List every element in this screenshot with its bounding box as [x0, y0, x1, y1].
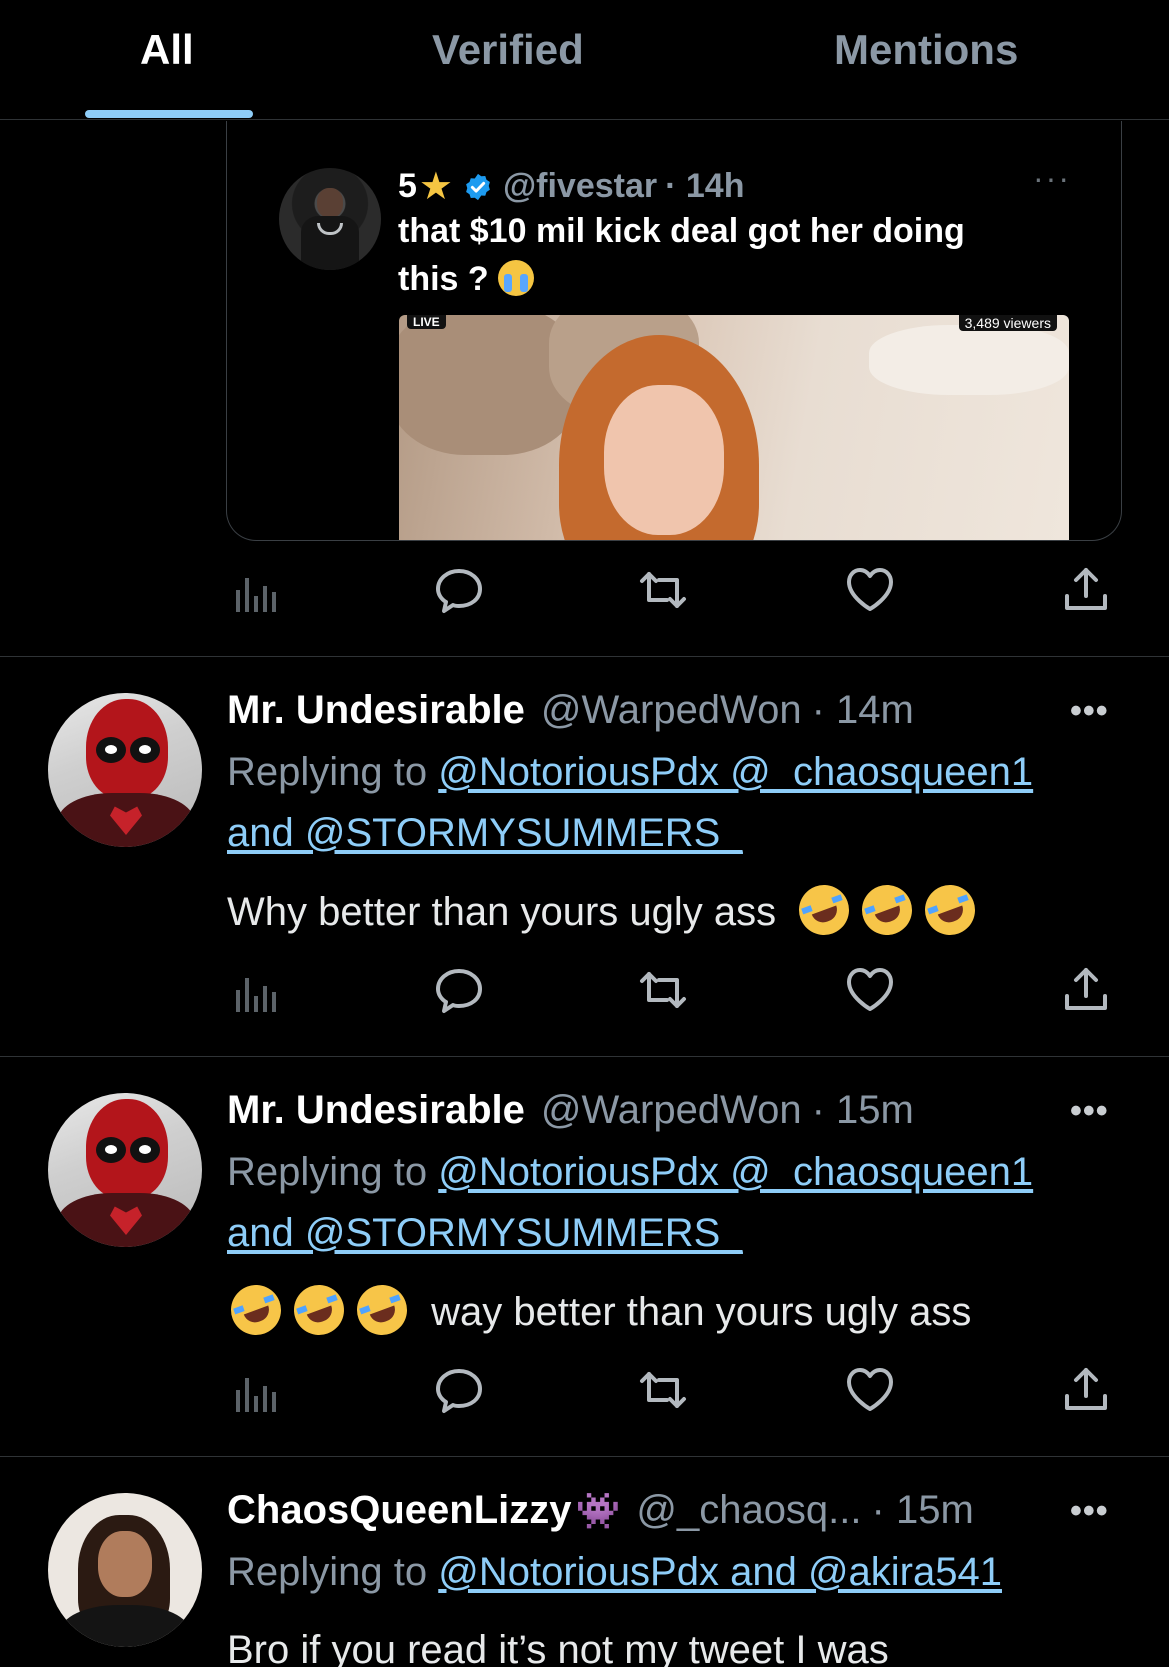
more-icon[interactable]: ••• [1070, 1092, 1109, 1131]
quoted-tweet-body: that $10 mil kick deal got her doing thi… [398, 212, 965, 298]
replying-to-label: Replying to [227, 1550, 428, 1594]
mention-link[interactable]: @NotoriousPdx and @akira541 [438, 1550, 1002, 1594]
tweet-text: Bro if you read it’s not my tweet I was [227, 1628, 1107, 1667]
share-icon[interactable] [1058, 562, 1114, 618]
reply-icon[interactable] [431, 962, 487, 1018]
live-label: LIVE [407, 315, 446, 329]
tweet-time: · 15m [871, 1488, 974, 1532]
tweet-text: way better than yours ugly ass [223, 1277, 1107, 1343]
views-icon[interactable] [230, 962, 286, 1018]
retweet-icon[interactable] [635, 1362, 691, 1418]
quoted-tweet-media[interactable]: LIVE 3,489 viewers [399, 315, 1069, 540]
author-handle[interactable]: @WarpedWon [541, 1088, 802, 1133]
rofl-emoji-icon [223, 1277, 289, 1343]
active-tab-indicator [85, 110, 253, 118]
viewer-count: 3,489 viewers [958, 315, 1057, 331]
quoted-tweet-header: 5 ★ @fivestar · 14h [398, 164, 744, 209]
tweet-actions [230, 1362, 1110, 1418]
tweet-header: ChaosQueenLizzy 👾 @_chaosq... · 15m [227, 1488, 974, 1533]
rofl-emoji-icon [792, 877, 857, 943]
quoted-author-name: 5 [398, 167, 417, 205]
author-handle[interactable]: @WarpedWon [541, 688, 802, 733]
more-icon[interactable]: ••• [1070, 1492, 1109, 1531]
tweet-time: · 14m [811, 688, 914, 732]
mention-link[interactable]: and @STORMYSUMMERS_ [227, 1211, 743, 1255]
quoted-author-handle: @fivestar [503, 167, 658, 205]
mention-link[interactable]: @NotoriousPdx @_chaosqueen1 [438, 1150, 1033, 1194]
tweet-header: Mr. Undesirable @WarpedWon · 14m [227, 688, 914, 733]
more-icon[interactable]: ··· [1033, 160, 1071, 197]
mention-link[interactable]: @NotoriousPdx @_chaosqueen1 [438, 750, 1033, 794]
views-icon[interactable] [230, 1362, 286, 1418]
tweet-body: Bro if you read it’s not my tweet I was [227, 1628, 889, 1667]
rofl-emoji-icon [349, 1277, 415, 1343]
reply-icon[interactable] [431, 1362, 487, 1418]
share-icon[interactable] [1058, 962, 1114, 1018]
like-icon[interactable] [842, 562, 898, 618]
avatar[interactable] [48, 693, 202, 847]
rofl-emoji-icon [855, 877, 920, 943]
more-icon[interactable]: ••• [1070, 692, 1109, 731]
tweet-actions [230, 562, 1110, 618]
alien-monster-emoji-icon: 👾 [575, 1489, 621, 1531]
rofl-emoji-icon [918, 877, 983, 943]
tweet-actions [230, 962, 1110, 1018]
like-icon[interactable] [842, 962, 898, 1018]
views-icon[interactable] [230, 562, 286, 618]
replying-to-label: Replying to [227, 750, 428, 794]
replying-to: Replying to @NotoriousPdx and @akira541 [227, 1542, 1107, 1603]
retweet-icon[interactable] [635, 562, 691, 618]
replying-to: Replying to @NotoriousPdx @_chaosqueen1 … [227, 742, 1107, 864]
tweet-divider [0, 1456, 1169, 1457]
tweet-header: Mr. Undesirable @WarpedWon · 15m [227, 1088, 914, 1133]
quoted-tweet-text: that $10 mil kick deal got her doing thi… [398, 207, 1018, 303]
tweet-divider [0, 1056, 1169, 1057]
replying-to-label: Replying to [227, 1150, 428, 1194]
tweet-body: way better than yours ugly ass [431, 1290, 972, 1334]
author-name[interactable]: Mr. Undesirable [227, 1088, 525, 1133]
star-emoji: ★ [418, 166, 453, 208]
notifications-tabs: All Verified Mentions [0, 0, 1169, 120]
replying-to: Replying to @NotoriousPdx @_chaosqueen1 … [227, 1142, 1107, 1264]
like-icon[interactable] [842, 1362, 898, 1418]
verified-badge-icon [466, 173, 490, 200]
avatar[interactable] [48, 1493, 202, 1647]
tab-verified[interactable]: Verified [432, 26, 584, 74]
reply-icon[interactable] [431, 562, 487, 618]
author-handle[interactable]: @_chaosq... [636, 1488, 861, 1533]
author-name[interactable]: Mr. Undesirable [227, 688, 525, 733]
retweet-icon[interactable] [635, 962, 691, 1018]
tweet-body: Why better than yours ugly ass [227, 890, 777, 934]
quoted-tweet-time: · 14h [665, 167, 745, 205]
tweet-divider [0, 656, 1169, 657]
author-name[interactable]: ChaosQueenLizzy [227, 1488, 572, 1533]
rofl-emoji-icon [286, 1277, 352, 1343]
avatar[interactable] [48, 1093, 202, 1247]
crying-emoji-icon [498, 260, 535, 296]
mention-link[interactable]: and @STORMYSUMMERS_ [227, 811, 743, 855]
tab-all[interactable]: All [140, 26, 194, 74]
tweet-time: · 15m [811, 1088, 914, 1132]
quoted-tweet-avatar[interactable] [279, 168, 381, 270]
tab-mentions[interactable]: Mentions [834, 26, 1018, 74]
share-icon[interactable] [1058, 1362, 1114, 1418]
tweet-text: Why better than yours ugly ass [227, 877, 1107, 943]
